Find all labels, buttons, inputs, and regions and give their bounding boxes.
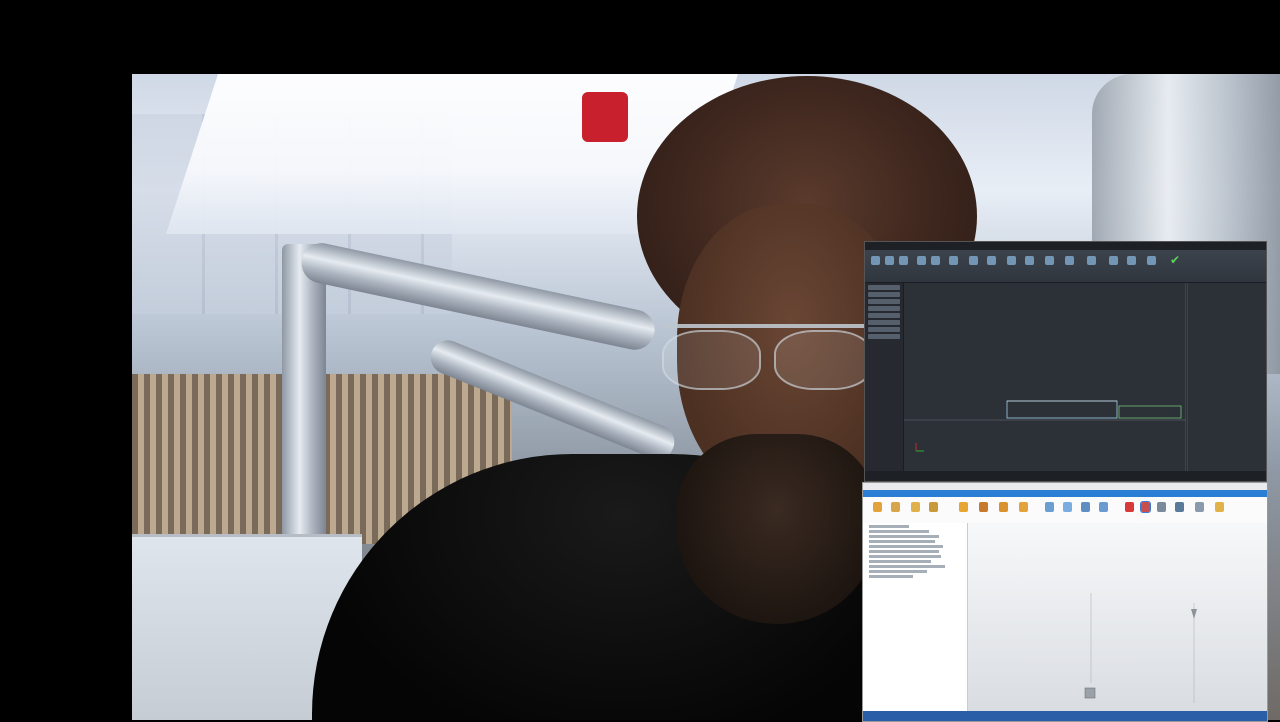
cad-viewport[interactable] [904,283,1186,471]
cad-tool-icon[interactable] [987,256,996,265]
cam-tool-icon[interactable] [1125,502,1134,512]
cad-tool-icon[interactable] [931,256,940,265]
cam-operation-tree[interactable] [863,523,968,711]
tree-item[interactable] [868,334,900,339]
tree-item[interactable] [869,555,941,558]
cam-tool-icon[interactable] [979,502,988,512]
cam-tool-icon[interactable] [929,502,938,512]
cad-tool-icon[interactable] [1109,256,1118,265]
cam-tool-icon[interactable] [959,502,968,512]
cam-tool-icon[interactable] [1063,502,1072,512]
cad-tool-icon[interactable] [1087,256,1096,265]
cad-tool-icon[interactable] [969,256,978,265]
cam-tool-icon[interactable] [1099,502,1108,512]
tree-item[interactable] [868,313,900,318]
safety-glasses [662,324,877,398]
tree-item[interactable] [869,570,927,573]
tree-item[interactable] [869,565,945,568]
cad-tool-icon[interactable] [1007,256,1016,265]
cad-tool-icon[interactable] [1127,256,1136,265]
tree-item[interactable] [869,535,939,538]
view-cube-icon [1084,687,1096,699]
cam-tool-icon[interactable] [1195,502,1204,512]
cam-scene [1084,593,1197,703]
cam-tool-icon[interactable] [1157,502,1166,512]
cam-tool-icon[interactable] [1081,502,1090,512]
cam-viewport[interactable] [968,523,1267,711]
cam-tool-icon[interactable] [1140,501,1151,513]
cad-ribbon[interactable]: ✔ [865,250,1266,283]
cam-tool-icon[interactable] [1045,502,1054,512]
cam-tool-icon[interactable] [1175,502,1184,512]
cad-tool-icon[interactable] [1065,256,1074,265]
cad-view-panel[interactable] [1187,283,1266,471]
tree-item[interactable] [869,560,931,563]
tree-item[interactable] [868,306,900,311]
cad-tool-icon[interactable] [1045,256,1054,265]
red-socket [582,92,628,142]
tree-item[interactable] [869,550,939,553]
tree-item[interactable] [869,540,935,543]
checkmark-icon[interactable]: ✔ [1170,254,1180,266]
cam-tool-icon[interactable] [873,502,882,512]
cad-tool-icon[interactable] [1147,256,1156,265]
cad-tool-icon[interactable] [885,256,894,265]
person-beard [677,434,877,624]
tree-item[interactable] [869,575,913,578]
cad-sketch [904,283,1186,471]
tree-item[interactable] [868,327,900,332]
cad-feature-tree[interactable] [865,283,904,471]
tree-item[interactable] [868,299,900,304]
tree-item[interactable] [869,545,943,548]
cad-tool-icon[interactable] [949,256,958,265]
tree-item[interactable] [868,285,900,290]
cam-ribbon[interactable] [863,497,1267,524]
cam-window[interactable] [862,482,1268,722]
ventilation-duct [282,244,326,554]
cam-tool-icon[interactable] [999,502,1008,512]
cad-profile-rect [1118,405,1182,419]
cam-tool-icon[interactable] [1215,502,1224,512]
cad-tool-icon[interactable] [1025,256,1034,265]
cam-tool-icon[interactable] [1019,502,1028,512]
cad-profile-rect [1006,400,1118,419]
cad-tool-icon[interactable] [871,256,880,265]
tree-item[interactable] [868,292,900,297]
tree-item[interactable] [869,530,929,533]
cad-tool-icon[interactable] [899,256,908,265]
cam-ribbon-tabs[interactable] [863,490,1267,497]
cam-tool-icon[interactable] [911,502,920,512]
tree-item[interactable] [869,525,909,528]
cad-tool-icon[interactable] [917,256,926,265]
cam-tool-icon[interactable] [891,502,900,512]
tree-item[interactable] [868,320,900,325]
tool-marker-icon [1191,609,1197,619]
cad-window[interactable]: ✔ [864,241,1267,482]
cad-status-bar [865,471,1266,481]
cad-titlebar[interactable] [865,242,1266,250]
